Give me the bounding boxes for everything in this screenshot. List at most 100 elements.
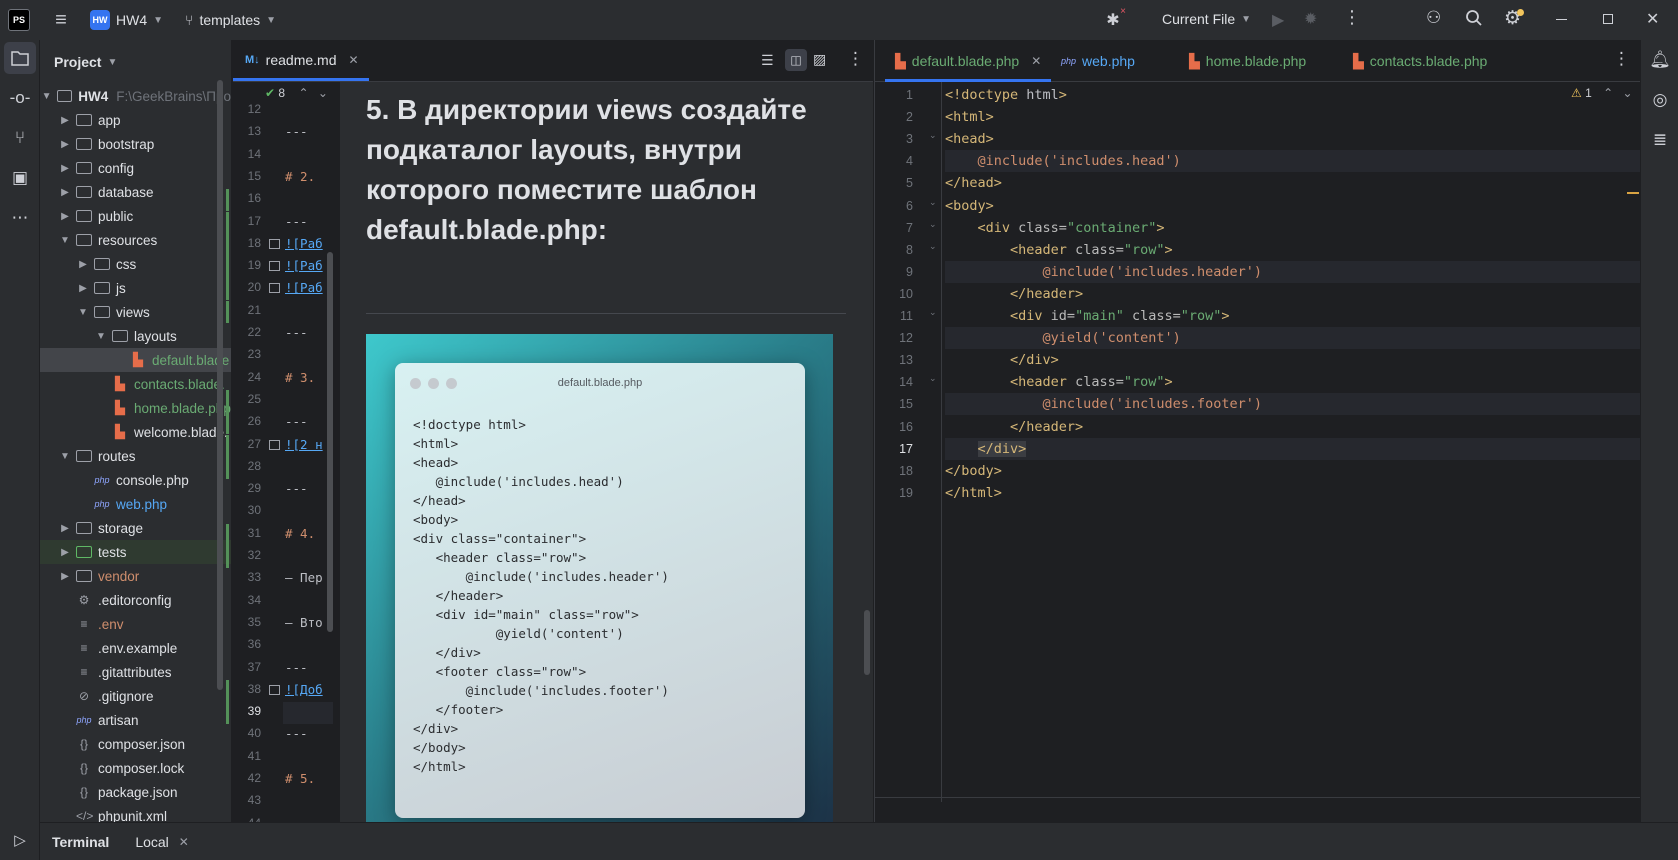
chevron-right-icon[interactable]: ▶ — [58, 163, 72, 174]
chevron-down-icon[interactable]: ⌄ — [318, 86, 328, 100]
search-icon[interactable] — [1465, 9, 1483, 27]
tab-readme[interactable]: M↓ readme.md ✕ — [233, 39, 369, 81]
bug-config-icon[interactable]: ✱ × — [1103, 6, 1126, 30]
tab-default-blade-php[interactable]: ▙ default.blade.php ✕ — [885, 40, 1052, 82]
more-icon[interactable]: ⋮ — [847, 49, 864, 69]
close-icon[interactable]: ✕ — [1646, 9, 1659, 29]
tree-file[interactable]: php artisan — [40, 708, 231, 732]
tab-contacts-blade-php[interactable]: ▙ contacts.blade.php — [1343, 40, 1497, 82]
chevron-up-icon[interactable]: ⌃ — [1603, 86, 1613, 100]
database-icon[interactable]: ≣ — [1641, 120, 1678, 160]
tree-folder[interactable]: ▶ storage — [40, 516, 231, 540]
tree-file[interactable]: ≡ .env.example — [40, 636, 231, 660]
tree-file[interactable]: ≡ .gitattributes — [40, 660, 231, 684]
app-logo-icon[interactable]: PS — [8, 9, 30, 31]
tree-file[interactable]: ▙ welcome.blade. — [40, 420, 231, 444]
settings-gear-icon[interactable]: ⚙ — [1504, 7, 1525, 30]
tree-folder[interactable]: ▶ js — [40, 276, 231, 300]
add-user-icon[interactable]: ⚇ — [1426, 8, 1441, 28]
tab-close-icon[interactable]: ✕ — [1031, 54, 1041, 68]
tree-file[interactable]: {} composer.json — [40, 732, 231, 756]
source-fragment[interactable]: ![Раб — [285, 258, 325, 273]
chevron-down-icon[interactable]: ⌄ — [1623, 86, 1633, 100]
fold-icon[interactable]: ⌄ — [929, 241, 937, 252]
source-fragment[interactable]: --- — [285, 660, 325, 675]
source-fragment[interactable]: --- — [285, 481, 325, 496]
debug-icon[interactable]: ✹ — [1304, 9, 1317, 29]
chevron-down-icon[interactable]: ▼ — [58, 451, 72, 462]
tree-root[interactable]: ▼ HW4 F:\GeekBrains\Про — [40, 84, 231, 108]
branch-widget[interactable]: ⑂ templates ▼ — [185, 12, 276, 28]
preview-scrollbar[interactable] — [864, 610, 870, 675]
run-config-selector[interactable]: Current File ▼ — [1162, 11, 1251, 27]
source-fragment[interactable]: — Пер — [285, 570, 325, 585]
tree-folder[interactable]: ▶ app — [40, 108, 231, 132]
inspection-widget[interactable]: ✔ 8 ⌃ ⌄ — [265, 86, 328, 100]
tree-folder[interactable]: ▼ routes — [40, 444, 231, 468]
tree-file[interactable]: {} package.json — [40, 780, 231, 804]
chevron-down-icon[interactable]: ▼ — [76, 307, 90, 318]
restore-icon[interactable] — [1603, 14, 1613, 24]
source-fragment[interactable]: # 3. — [285, 370, 325, 385]
tree-file[interactable]: php console.php — [40, 468, 231, 492]
project-widget[interactable]: HW HW4 ▼ — [90, 10, 163, 30]
chevron-right-icon[interactable]: ▶ — [58, 115, 72, 126]
preview-only-icon[interactable]: ▨ — [813, 51, 826, 68]
chevron-right-icon[interactable]: ▶ — [58, 547, 72, 558]
tree-folder[interactable]: ▶ config — [40, 156, 231, 180]
chevron-down-icon[interactable]: ▼ — [94, 331, 108, 342]
source-fragment[interactable]: --- — [285, 325, 325, 340]
tree-folder[interactable]: ▶ public — [40, 204, 231, 228]
more-icon[interactable]: ⋮ — [1613, 49, 1630, 69]
tree-file[interactable]: ≡ .env — [40, 612, 231, 636]
source-fragment[interactable]: --- — [285, 214, 325, 229]
more-tools-icon[interactable]: ⋯ — [0, 198, 40, 238]
tree-folder[interactable]: ▼ layouts — [40, 324, 231, 348]
terminal-title[interactable]: Terminal — [52, 834, 109, 850]
tree-file[interactable]: ▙ home.blade.php — [40, 396, 231, 420]
tree-file[interactable]: php web.php — [40, 492, 231, 516]
fold-icon[interactable]: ⌄ — [929, 373, 937, 384]
tree-folder[interactable]: ▼ resources — [40, 228, 231, 252]
minimize-icon[interactable] — [1556, 19, 1567, 20]
tab-web-php[interactable]: php web.php — [1051, 40, 1145, 82]
editor-only-icon[interactable]: ☰ — [761, 52, 774, 69]
tab-close-icon[interactable]: ✕ — [348, 53, 358, 67]
ai-assistant-icon[interactable]: ◎ — [1641, 80, 1678, 120]
tree-file[interactable]: ▙ default.blade — [40, 348, 231, 372]
chevron-down-icon[interactable]: ▼ — [58, 235, 72, 246]
tree-file[interactable]: ▙ contacts.blade. — [40, 372, 231, 396]
chevron-right-icon[interactable]: ▶ — [58, 211, 72, 222]
tree-file[interactable]: </> phpunit.xml — [40, 804, 231, 823]
commit-icon[interactable]: -o- — [0, 78, 40, 118]
fold-icon[interactable]: ⌄ — [929, 219, 937, 230]
fold-icon[interactable]: ⌄ — [929, 197, 937, 208]
project-panel-header[interactable]: Project ▼ — [40, 40, 231, 84]
source-fragment[interactable]: # 2. — [285, 169, 325, 184]
source-fragment[interactable]: ![Доб — [285, 682, 325, 697]
fold-icon[interactable]: ⌄ — [929, 307, 937, 318]
code-area[interactable]: ⚠ 1 ⌃ ⌄ 1 2 3 ⌄ 4 5 6 ⌄ 7 ⌄ 8 ⌄ 9 10 11 ⌄ 12 13 14 ⌄ 15 16 17 1… — [875, 82, 1641, 802]
tree-folder[interactable]: ▶ bootstrap — [40, 132, 231, 156]
source-fragment[interactable]: ![2 н — [285, 437, 325, 452]
chevron-right-icon[interactable]: ▶ — [76, 259, 90, 270]
md-scroll-thumb[interactable] — [327, 252, 333, 632]
notifications-icon[interactable]: 🔔︎ — [1641, 40, 1678, 80]
run-icon[interactable]: ▶ — [1272, 10, 1284, 30]
chevron-right-icon[interactable]: ▶ — [58, 523, 72, 534]
tab-home-blade-php[interactable]: ▙ home.blade.php — [1179, 40, 1316, 82]
source-fragment[interactable]: --- — [285, 726, 325, 741]
main-menu-icon[interactable]: ≡ — [50, 9, 72, 32]
project-tool-icon[interactable] — [4, 42, 36, 74]
tree-file[interactable]: ⊘ .gitignore — [40, 684, 231, 708]
structure-icon[interactable]: ▣ — [0, 158, 40, 198]
tree-folder[interactable]: ▼ views — [40, 300, 231, 324]
tree-file[interactable]: {} composer.lock — [40, 756, 231, 780]
chevron-right-icon[interactable]: ▶ — [58, 187, 72, 198]
chevron-up-icon[interactable]: ⌃ — [298, 86, 308, 100]
more-actions-icon[interactable]: ⋮ — [1343, 7, 1361, 28]
source-fragment[interactable]: --- — [285, 124, 325, 139]
tree-file[interactable]: ⚙ .editorconfig — [40, 588, 231, 612]
chevron-right-icon[interactable]: ▶ — [58, 139, 72, 150]
source-fragment[interactable]: — Вто — [285, 615, 325, 630]
